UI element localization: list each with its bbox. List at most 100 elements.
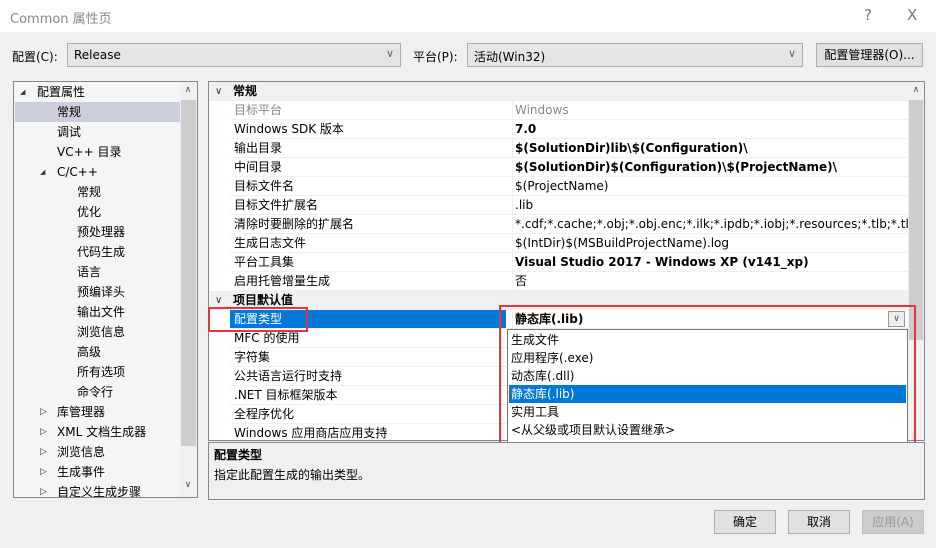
tree-item[interactable]: 输出文件 (15, 302, 181, 322)
tree-item[interactable]: ▷ 自定义生成步骤 (15, 482, 181, 497)
tree-item-label: 配置属性 (37, 85, 86, 99)
cancel-button[interactable]: 取消 (788, 510, 850, 534)
scroll-down-icon[interactable]: ∨ (180, 480, 196, 490)
section-header[interactable]: ∨ 常规 (209, 82, 908, 101)
property-tree[interactable]: ◢ 配置属性 常规 调试 VC++ 目录 ◢ C/C++ 常规 优化 预处理器 代码生成 语言 预编译头… (13, 81, 198, 498)
property-value[interactable]: $(IntDir)$(MSBuildProjectName).log (512, 234, 912, 252)
tree-item[interactable]: 常规 (15, 102, 181, 122)
property-name: 启用托管增量生成 (234, 274, 331, 288)
scrollbar-thumb[interactable] (909, 100, 923, 340)
tree-item-label: 预编译头 (77, 285, 126, 299)
ok-button[interactable]: 确定 (714, 510, 776, 534)
scroll-up-icon[interactable]: ∧ (908, 85, 924, 95)
property-name: 目标平台 (234, 103, 283, 117)
close-button[interactable]: X (907, 6, 917, 24)
tree-item-label: VC++ 目录 (57, 145, 122, 159)
property-name: 输出目录 (234, 141, 283, 155)
tree-item-label: 库管理器 (57, 405, 106, 419)
property-row[interactable]: 启用托管增量生成否 (230, 272, 908, 291)
property-value[interactable]: $(SolutionDir)$(Configuration)\$(Project… (512, 158, 912, 176)
property-row[interactable]: 输出目录 $(SolutionDir)lib\$(Configuration)\ (230, 139, 908, 158)
collapsed-triangle-icon[interactable]: ▷ (40, 482, 47, 497)
property-value[interactable]: $(SolutionDir)lib\$(Configuration)\ (512, 139, 912, 157)
tree-item-label: 浏览信息 (77, 325, 126, 339)
tree-item[interactable]: 调试 (15, 122, 181, 142)
tree-item[interactable]: 浏览信息 (15, 322, 181, 342)
property-row[interactable]: 中间目录 $(SolutionDir)$(Configuration)\$(Pro… (230, 158, 908, 177)
scrollbar-thumb[interactable] (181, 100, 196, 446)
config-manager-button[interactable]: 配置管理器(O)... (816, 43, 923, 67)
property-value[interactable]: 7.0 (512, 120, 912, 138)
highlight-box-config-type (208, 307, 308, 332)
section-title: 项目默认值 (233, 293, 294, 307)
platform-select[interactable]: 活动(Win32) ∨ (467, 43, 803, 67)
highlight-box-dropdown (499, 305, 916, 454)
description-text: 指定此配置生成的输出类型。 (214, 468, 371, 482)
tree-item-label: 优化 (77, 205, 102, 219)
property-value[interactable]: .lib (512, 196, 912, 214)
apply-button[interactable]: 应用(A) (862, 510, 924, 534)
property-row[interactable]: 目标文件扩展名 .lib (230, 196, 908, 215)
property-name: Windows 应用商店应用支持 (234, 426, 388, 440)
tree-item-label: 代码生成 (77, 245, 126, 259)
collapsed-triangle-icon[interactable]: ▷ (40, 462, 47, 482)
expanded-triangle-icon[interactable]: ◢ (40, 162, 45, 182)
property-row[interactable]: Windows SDK 版本 7.0 (230, 120, 908, 139)
property-value[interactable]: *.cdf;*.cache;*.obj;*.obj.enc;*.ilk;*.ip… (512, 215, 912, 233)
tree-item[interactable]: 预处理器 (15, 222, 181, 242)
property-name: .NET 目标框架版本 (234, 388, 338, 402)
title-bar (0, 0, 936, 32)
config-value: Release (74, 48, 121, 62)
tree-item-label: C/C++ (57, 165, 98, 179)
property-value[interactable]: Visual Studio 2017 - Windows XP (v141_xp… (512, 253, 912, 271)
description-title: 配置类型 (214, 448, 263, 462)
section-title: 常规 (233, 84, 258, 98)
tree-item[interactable]: 所有选项 (15, 362, 181, 382)
tree-scrollbar[interactable]: ∧ ∨ (180, 82, 197, 497)
property-name: 目标文件名 (234, 179, 295, 193)
property-name: 全程序优化 (234, 407, 295, 421)
tree-item[interactable]: ▷ 生成事件 (15, 462, 181, 482)
tree-item[interactable]: 优化 (15, 202, 181, 222)
collapsed-triangle-icon[interactable]: ▷ (40, 402, 47, 422)
tree-item[interactable]: ◢ C/C++ (15, 162, 181, 182)
collapsed-triangle-icon[interactable]: ▷ (40, 442, 47, 462)
chevron-down-icon[interactable]: ∨ (215, 82, 222, 101)
tree-item-label: 命令行 (77, 385, 114, 399)
help-button[interactable]: ? (864, 6, 872, 24)
tree-item[interactable]: VC++ 目录 (15, 142, 181, 162)
tree-item[interactable]: ▷ 库管理器 (15, 402, 181, 422)
property-value[interactable]: $(ProjectName) (512, 177, 912, 195)
tree-item[interactable]: ◢ 配置属性 (15, 82, 181, 102)
property-row[interactable]: 平台工具集 Visual Studio 2017 - Windows XP (v1… (230, 253, 908, 272)
property-row[interactable]: 目标文件名 $(ProjectName) (230, 177, 908, 196)
platform-value: 活动(Win32) (474, 50, 546, 64)
tree-item[interactable]: 高级 (15, 342, 181, 362)
property-name: 公共语言运行时支持 (234, 369, 343, 383)
tree-item[interactable]: 命令行 (15, 382, 181, 402)
property-row[interactable]: 生成日志文件 $(IntDir)$(MSBuildProjectName).log (230, 234, 908, 253)
collapsed-triangle-icon[interactable]: ▷ (40, 422, 47, 442)
property-name: 清除时要删除的扩展名 (234, 217, 355, 231)
config-select[interactable]: Release ∨ (67, 43, 401, 67)
tree-item[interactable]: 语言 (15, 262, 181, 282)
tree-item[interactable]: ▷ XML 文档生成器 (15, 422, 181, 442)
description-panel: 配置类型 指定此配置生成的输出类型。 (208, 442, 925, 500)
expanded-triangle-icon[interactable]: ◢ (20, 82, 25, 102)
tree-item[interactable]: 常规 (15, 182, 181, 202)
property-name: 中间目录 (234, 160, 283, 174)
tree-item-label: 预处理器 (77, 225, 126, 239)
tree-item[interactable]: 预编译头 (15, 282, 181, 302)
property-value[interactable]: 否 (512, 272, 912, 290)
property-row[interactable]: 目标平台 Windows (230, 101, 908, 120)
window-title: Common 属性页 (10, 12, 112, 27)
tree-item-label: 常规 (57, 105, 82, 119)
tree-item[interactable]: ▷ 浏览信息 (15, 442, 181, 462)
config-label: 配置(C): (12, 50, 58, 64)
property-value[interactable]: Windows (512, 101, 912, 119)
tree-item-label: 生成事件 (57, 465, 106, 479)
tree-item-label: 高级 (77, 345, 102, 359)
tree-item[interactable]: 代码生成 (15, 242, 181, 262)
property-row[interactable]: 清除时要删除的扩展名 *.cdf;*.cache;*.obj;*.obj.enc;… (230, 215, 912, 234)
scroll-up-icon[interactable]: ∧ (180, 85, 196, 95)
